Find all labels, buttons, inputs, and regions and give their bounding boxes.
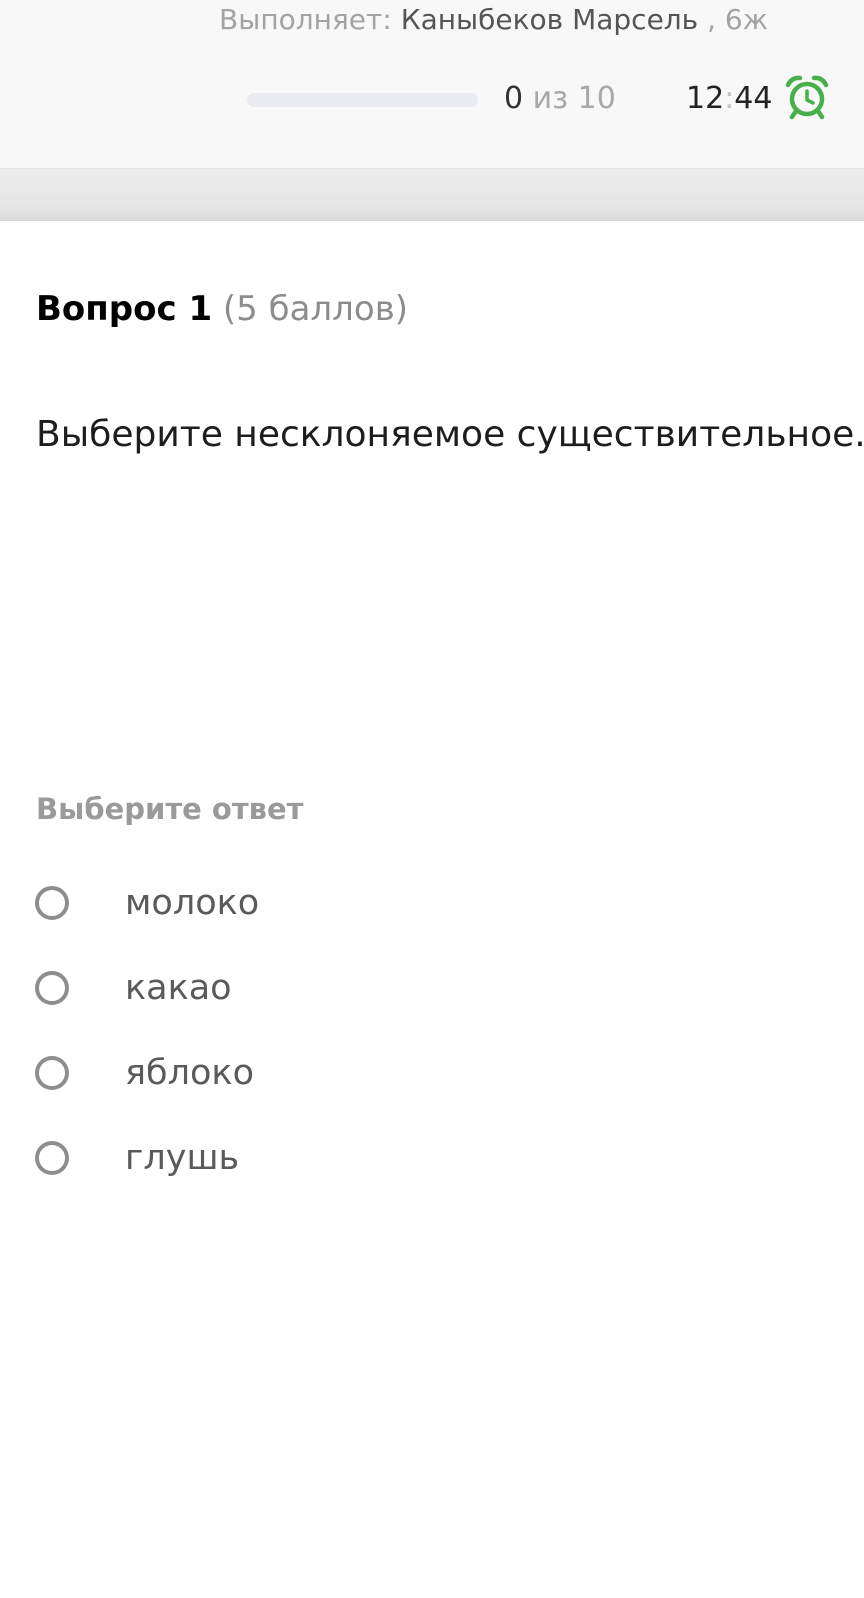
performer-class: , 6ж <box>707 3 768 36</box>
alarm-clock-icon <box>785 75 829 120</box>
answer-option[interactable]: какао <box>34 961 814 1021</box>
radio-button[interactable] <box>35 886 69 920</box>
question-number: Вопрос 1 <box>36 289 213 329</box>
answer-option[interactable]: яблоко <box>34 1046 814 1106</box>
question-panel: Вопрос 1 (5 баллов) Выберите несклоняемо… <box>0 221 864 1598</box>
answer-option-label: яблоко <box>125 1053 254 1093</box>
timer-seconds: 44 <box>734 81 773 116</box>
answer-option[interactable]: молоко <box>34 876 814 936</box>
radio-button[interactable] <box>35 1141 69 1175</box>
of-word: из <box>532 81 569 116</box>
total-count: 10 <box>577 81 616 116</box>
progress-counter: 0 из 10 <box>504 80 616 118</box>
timer-separator: : <box>724 81 735 116</box>
answer-option-label: молоко <box>125 883 260 923</box>
timer-minutes: 12 <box>686 81 725 116</box>
answer-hint: Выберите ответ <box>36 792 304 826</box>
quiz-header: Выполняет: Каныбеков Марсель , 6ж 0 из 1… <box>0 0 864 169</box>
answer-option-label: какао <box>125 968 232 1008</box>
countdown-timer: 12:44 <box>686 80 772 118</box>
answer-option[interactable]: глушь <box>34 1131 814 1191</box>
performer-info: Выполняет: Каныбеков Марсель , 6ж <box>219 2 768 38</box>
performer-name: Каныбеков Марсель <box>400 3 699 36</box>
radio-button[interactable] <box>35 971 69 1005</box>
header-separator-band <box>0 169 864 221</box>
answered-count: 0 <box>504 81 524 116</box>
question-points: (5 баллов) <box>222 289 408 329</box>
radio-button[interactable] <box>35 1056 69 1090</box>
question-title: Вопрос 1 (5 баллов) <box>36 287 408 331</box>
performer-label: Выполняет: <box>219 3 392 36</box>
answer-option-label: глушь <box>125 1138 240 1178</box>
progress-bar <box>247 93 478 107</box>
question-text: Выберите несклоняемое существительное. <box>36 414 864 455</box>
